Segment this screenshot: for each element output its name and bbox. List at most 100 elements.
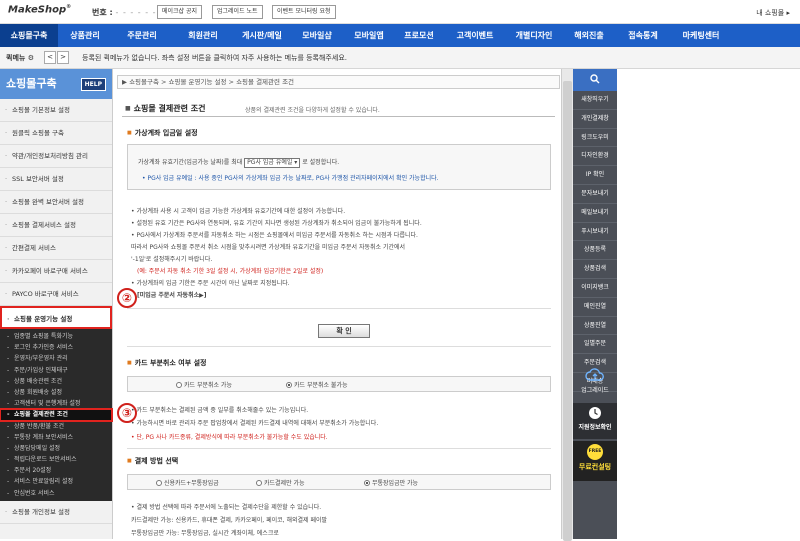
chevron-down-icon: ▾ <box>294 158 298 166</box>
sidebar-item-full-security[interactable]: 쇼핑몰 완벽 보안서버 설정 <box>0 191 112 214</box>
content-scrollbar[interactable] <box>561 69 573 541</box>
example-text: (예: 주문서 자동 취소 기한 3일 설정 시, 가상계좌 입금기한은 2일로… <box>137 268 324 275</box>
quick-menu-message: 등록된 퀵메뉴가 없습니다. 좌측 설정 버튼을 클릭하여 자주 사용하는 메뉴… <box>82 54 347 62</box>
confirm-button[interactable]: 확 인 <box>318 324 370 338</box>
submenu-item[interactable]: 주문서 20설정 <box>0 465 112 476</box>
nav-marketing[interactable]: 마케팅센터 <box>670 24 732 47</box>
rp-item[interactable]: 이미지뱅크 <box>573 279 617 298</box>
radio-button[interactable] <box>256 480 262 486</box>
rp-item[interactable]: 새창띄우기 <box>573 91 617 110</box>
rp-item[interactable]: 메일보내기 <box>573 204 617 223</box>
page-title: 쇼핑몰 결제관련 조건 <box>125 103 206 114</box>
sidebar-item-payco[interactable]: PAYCO 바로구매 서비스 <box>0 283 112 306</box>
makeshop-logo[interactable]: MakeShop® <box>8 4 71 15</box>
sidebar-item-one-click[interactable]: 원클릭 쇼핑몰 구축 <box>0 122 112 145</box>
divider <box>122 116 555 117</box>
nav-board-mail[interactable]: 게시판/메일 <box>234 24 290 47</box>
nav-mobile-shop[interactable]: 모바일샵 <box>290 24 344 47</box>
scrollbar-thumb[interactable] <box>563 81 572 541</box>
sidebar-item-easy-pay[interactable]: 간편결제 서비스 <box>0 237 112 260</box>
submenu-item[interactable]: 적립다운로드 보안서비스 <box>0 454 112 465</box>
partial-cancel-box: 카드 부분취소 가능 카드 부분취소 불가능 <box>127 376 551 392</box>
submenu-item[interactable]: 주문/가입상 인체태구 <box>0 365 112 376</box>
submenu-item[interactable]: 상품 배송관련 조건 <box>0 376 112 387</box>
nav-mobile-app[interactable]: 모바일앱 <box>344 24 394 47</box>
warning-text: • 단, PG 사나 카드종류, 결제방식에 따라 부분취소가 불가능할 수도 … <box>131 434 328 441</box>
nav-members[interactable]: 회원관리 <box>172 24 234 47</box>
cloud-upload-icon <box>585 368 604 381</box>
nav-global[interactable]: 해외진출 <box>562 24 616 47</box>
my-mall-link[interactable]: 내 쇼핑몰 ▸ <box>756 8 790 18</box>
radio-button[interactable] <box>156 480 162 486</box>
divider <box>127 308 551 309</box>
radio-button[interactable] <box>176 382 182 388</box>
nav-statistics[interactable]: 접속통계 <box>616 24 670 47</box>
free-consulting-button[interactable]: FREE 무료컨설팅 <box>573 441 617 481</box>
sidebar-item-basic-info[interactable]: 쇼핑몰 기본정보 설정 <box>0 99 112 122</box>
page-description: 상품의 결제관련 조건을 다양하게 설정할 수 있습니다. <box>245 107 380 114</box>
submenu-item[interactable]: 운영자/부운영자 관리 <box>0 353 112 364</box>
section-payment-method-title: 결제 방법 선택 <box>127 456 179 466</box>
payment-option-card-only[interactable]: 카드결제만 가능 <box>256 478 305 487</box>
nav-promotion[interactable]: 프로모션 <box>394 24 444 47</box>
rp-item[interactable]: IP 확인 <box>573 166 617 185</box>
quick-next-button[interactable]: > <box>57 51 69 64</box>
rp-item[interactable]: 링크도우미 <box>573 129 617 148</box>
top-bar: MakeShop® 번호 : - - - - - - - 메이크샵 공지 업그레… <box>0 0 800 24</box>
sidebar-item-ssl[interactable]: SSL 보안서버 설정 <box>0 168 112 191</box>
rp-item[interactable]: 개인결제창 <box>573 110 617 129</box>
radio-button[interactable] <box>364 480 370 486</box>
rp-item[interactable]: 디자인환경 <box>573 147 617 167</box>
submenu-item[interactable]: 상품 반품/환불 조건 <box>0 421 112 432</box>
unpaid-auto-cancel-link[interactable]: [미입금 주문서 자동취소▶] <box>137 290 206 299</box>
free-badge-icon: FREE <box>587 444 603 460</box>
upgrade-button[interactable]: 업그레이드 <box>573 367 617 394</box>
trainee-button[interactable]: 지원정보확인 <box>573 403 617 439</box>
submenu-item[interactable]: 무통장 계좌 보안서비스 <box>0 432 112 443</box>
right-quick-panel: 새창띄우기 개인결제창 링크도우미 디자인환경 IP 확인 문자보내기 메일보내… <box>573 69 617 539</box>
main-nav: 쇼핑몰구축 상품관리 주문관리 회원관리 게시판/메일 모바일샵 모바일앱 프로… <box>0 24 800 47</box>
submenu-item[interactable]: 로그인 추가인증 서비스 <box>0 342 112 353</box>
submenu-item[interactable]: 고객센터 및 은행계좌 설정 <box>0 398 112 409</box>
submenu-item[interactable]: 서비스 만료알림리 설정 <box>0 476 112 487</box>
info-text: • 설정된 유효 기간은 PG사와 연동되며, 유효 기간이 지나면 생성된 가… <box>131 220 422 227</box>
sidebar-item-kakaopay[interactable]: 카카오페이 바로구매 서비스 <box>0 260 112 283</box>
sidebar-item-operation-settings[interactable]: 쇼핑몰 운영기능 설정 <box>0 306 112 331</box>
nav-products[interactable]: 상품관리 <box>58 24 112 47</box>
submenu-item[interactable]: 상품 회원배송 설정 <box>0 387 112 398</box>
rp-item[interactable]: 상품진열 <box>573 317 617 336</box>
upgrade-note-button[interactable]: 업그레이드 노트 <box>212 5 263 19</box>
help-button[interactable]: HELP <box>80 78 106 91</box>
rp-item[interactable]: 일별주문 <box>573 335 617 355</box>
section-virtual-account-title: 가상계좌 입금일 설정 <box>127 128 198 138</box>
sidebar-item-terms[interactable]: 약관/개인정보처리방침 관리 <box>0 145 112 168</box>
deposit-period-select[interactable]: PG사 입금 유예일 ▾ <box>244 157 301 168</box>
notice-button[interactable]: 메이크샵 공지 <box>157 5 203 19</box>
submenu-item-payment-conditions[interactable]: 쇼핑몰 결제관련 조건 <box>0 408 113 422</box>
payment-method-box: 신용카드+무통장입금 카드결제만 가능 무통장입금만 가능 <box>127 474 551 490</box>
submenu-item[interactable]: 업종별 쇼핑몰 특화기능 <box>0 331 112 342</box>
search-icon[interactable] <box>573 69 617 91</box>
rp-item[interactable]: 문자보내기 <box>573 185 617 204</box>
main-content: 쇼핑몰 결제관련 조건 상품의 결제관련 조건을 다양하게 설정할 수 있습니다… <box>117 96 560 539</box>
sidebar-item-privacy[interactable]: 쇼핑몰 개인정보 설정 <box>0 501 112 524</box>
gear-icon[interactable]: ⚙ <box>28 54 34 62</box>
rp-item[interactable]: 상품검색 <box>573 260 617 279</box>
radio-button[interactable] <box>286 382 292 388</box>
nav-customer-event[interactable]: 고객이벤트 <box>444 24 506 47</box>
sidebar-item-payment-service[interactable]: 쇼핑몰 결제서비스 설정 <box>0 214 112 237</box>
nav-shop-build[interactable]: 쇼핑몰구축 <box>0 24 58 47</box>
payment-option-card-bank[interactable]: 신용카드+무통장입금 <box>156 478 219 487</box>
rp-item[interactable]: 상품등록 <box>573 241 617 261</box>
nav-orders[interactable]: 주문관리 <box>112 24 172 47</box>
submenu-item[interactable]: 안심번호 서비스 <box>0 488 112 499</box>
submenu-item[interactable]: 상품담당메일 설정 <box>0 443 112 454</box>
event-monitoring-button[interactable]: 이벤트 모니터링 요청 <box>272 5 336 19</box>
rp-item[interactable]: 메인진열 <box>573 298 617 317</box>
partial-cancel-option-yes[interactable]: 카드 부분취소 가능 <box>176 380 232 389</box>
rp-item[interactable]: 푸시보내기 <box>573 223 617 242</box>
quick-prev-button[interactable]: < <box>44 51 56 64</box>
partial-cancel-option-no[interactable]: 카드 부분취소 불가능 <box>286 380 348 389</box>
payment-option-bank-only[interactable]: 무통장입금만 가능 <box>364 478 418 487</box>
nav-design[interactable]: 개별디자인 <box>506 24 562 47</box>
